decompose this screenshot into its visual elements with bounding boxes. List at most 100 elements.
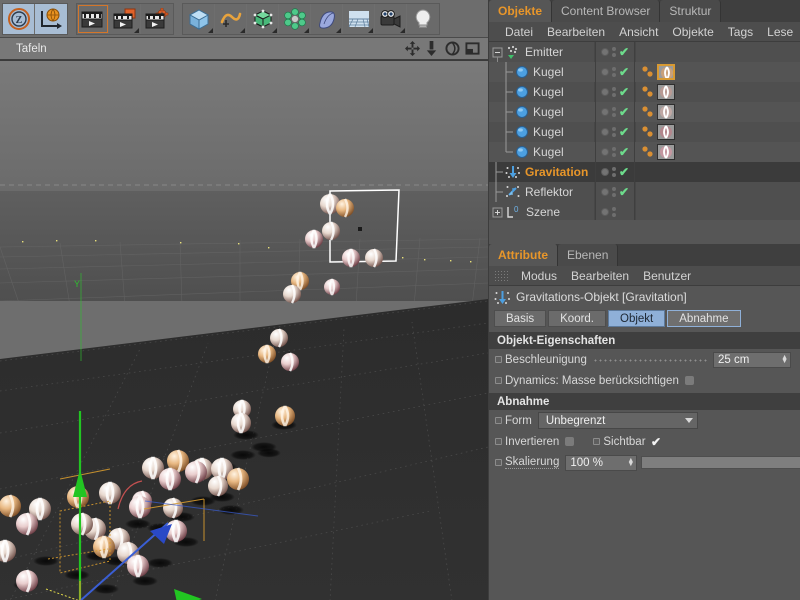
menu-modus[interactable]: Modus	[514, 266, 564, 286]
visibility-dot[interactable]	[601, 148, 609, 156]
dynamics-tag-icon[interactable]	[641, 124, 655, 140]
tab-attribute[interactable]: Attribute	[489, 244, 558, 266]
visibility-toggles-icon[interactable]	[612, 47, 616, 57]
axis-globe-icon[interactable]	[35, 4, 67, 34]
menu-bearbeiten[interactable]: Bearbeiten	[564, 266, 636, 286]
skalierung-input[interactable]: 100 % ▲ ▼	[565, 454, 638, 471]
menu-bearbeiten[interactable]: Bearbeiten	[540, 22, 612, 42]
animate-bullet-icon[interactable]	[495, 356, 502, 363]
texture-tag[interactable]	[657, 124, 675, 140]
render-picture-viewer-icon[interactable]	[109, 3, 141, 34]
spline-icon[interactable]	[215, 3, 247, 34]
object-row-kugel-1[interactable]: Kugel ✔	[489, 62, 800, 82]
menu-ansicht[interactable]: Ansicht	[612, 22, 665, 42]
tab-struktur[interactable]: Struktur	[660, 0, 722, 22]
visibility-toggles-icon[interactable]	[612, 107, 616, 117]
menu-benutzer[interactable]: Benutzer	[636, 266, 698, 286]
enable-check-icon[interactable]: ✔	[619, 126, 629, 138]
animate-bullet-icon[interactable]	[593, 438, 601, 445]
object-row-kugel-3[interactable]: Kugel ✔	[489, 102, 800, 122]
menu-tags[interactable]: Tags	[721, 22, 760, 42]
visibility-toggles-icon[interactable]	[612, 67, 616, 77]
skalierung-value: 100 %	[570, 456, 603, 469]
texture-tag[interactable]	[657, 144, 675, 160]
prop-tab-abnahme[interactable]: Abnahme	[667, 310, 741, 327]
dolly-view-icon[interactable]	[425, 41, 440, 56]
rotate-view-icon[interactable]	[445, 41, 460, 56]
gravity-icon	[505, 166, 520, 178]
visibility-dot[interactable]	[601, 68, 609, 76]
menu-objekte[interactable]: Objekte	[665, 22, 720, 42]
object-row-reflektor[interactable]: Reflektor ✔	[489, 182, 800, 202]
enable-check-icon[interactable]: ✔	[619, 86, 629, 98]
visibility-toggles-icon[interactable]	[612, 167, 616, 177]
generator-icon[interactable]	[247, 3, 279, 34]
dynamics-tag-icon[interactable]	[641, 144, 655, 160]
tab-content-browser[interactable]: Content Browser	[552, 0, 661, 22]
enable-check-icon[interactable]: ✔	[619, 146, 629, 158]
visibility-dot[interactable]	[601, 88, 609, 96]
camera-icon[interactable]	[375, 3, 407, 34]
visibility-toggles-icon[interactable]	[612, 87, 616, 97]
object-row-szene[interactable]: 0 Szene	[489, 202, 800, 220]
visibility-dot[interactable]	[601, 208, 609, 216]
form-select[interactable]: Unbegrenzt	[537, 412, 698, 429]
visibility-toggles-icon[interactable]	[612, 127, 616, 137]
visibility-dot[interactable]	[601, 188, 609, 196]
object-row-kugel-4[interactable]: Kugel ✔	[489, 122, 800, 142]
sichtbar-checkbox[interactable]: ✔	[651, 436, 662, 448]
texture-tag[interactable]	[657, 104, 675, 120]
viewport-3d[interactable]: Y	[0, 60, 488, 600]
mograph-icon[interactable]	[279, 3, 311, 34]
animate-bullet-icon[interactable]	[495, 417, 502, 424]
enable-check-icon[interactable]: ✔	[619, 186, 629, 198]
visibility-toggles-icon[interactable]	[612, 187, 616, 197]
animate-bullet-icon[interactable]	[495, 438, 502, 445]
animate-bullet-icon[interactable]	[495, 377, 502, 384]
spinner-icon[interactable]: ▲ ▼	[781, 354, 788, 365]
pan-view-icon[interactable]	[405, 41, 420, 56]
enable-check-icon[interactable]: ✔	[619, 106, 629, 118]
zbrush-goz-icon[interactable]: Z	[3, 3, 35, 34]
menu-lesezeichen[interactable]: Lese	[760, 22, 800, 42]
enable-check-icon[interactable]: ✔	[619, 166, 629, 178]
dynamics-tag-icon[interactable]	[641, 64, 655, 80]
menu-datei[interactable]: Datei	[498, 22, 540, 42]
beschleunigung-input[interactable]: 25 cm ▲ ▼	[713, 351, 791, 368]
object-row-kugel-5[interactable]: Kugel ✔	[489, 142, 800, 162]
invertieren-checkbox[interactable]	[564, 436, 576, 447]
tab-ebenen[interactable]: Ebenen	[558, 244, 619, 266]
render-settings-icon[interactable]	[141, 4, 173, 34]
panel-grip-icon[interactable]	[494, 269, 510, 282]
prop-tab-basis[interactable]: Basis	[494, 310, 547, 327]
light-icon[interactable]	[407, 4, 439, 34]
dynamics-tag-icon[interactable]	[641, 104, 655, 120]
dynamics-tag-icon[interactable]	[641, 84, 655, 100]
object-row-kugel-2[interactable]: Kugel ✔	[489, 82, 800, 102]
object-manager-tree[interactable]: Emitter ✔ Kugel ✔ Kugel ✔ Kugel ✔ Kugel …	[489, 42, 800, 220]
visibility-dot[interactable]	[601, 48, 609, 56]
skalierung-slider[interactable]	[641, 456, 800, 469]
render-view-icon[interactable]	[77, 3, 109, 34]
visibility-dot[interactable]	[601, 108, 609, 116]
object-row-gravitation[interactable]: Gravitation ✔	[489, 162, 800, 182]
deformer-icon[interactable]	[311, 3, 343, 34]
visibility-toggles-icon[interactable]	[612, 147, 616, 157]
prop-tab-koord[interactable]: Koord.	[548, 310, 607, 327]
floor-scene-icon[interactable]	[343, 3, 375, 34]
cube-primitive-icon[interactable]	[183, 3, 215, 34]
enable-check-icon[interactable]: ✔	[619, 66, 629, 78]
texture-tag[interactable]	[657, 84, 675, 100]
visibility-toggles-icon[interactable]	[612, 207, 616, 217]
texture-tag[interactable]	[657, 64, 675, 80]
animate-bullet-icon[interactable]	[495, 459, 502, 466]
prop-tab-objekt[interactable]: Objekt	[608, 310, 666, 327]
dynamics-masse-checkbox[interactable]	[683, 375, 695, 386]
maximize-view-icon[interactable]	[465, 41, 480, 56]
enable-check-icon[interactable]: ✔	[619, 46, 629, 58]
tab-objekte[interactable]: Objekte	[489, 0, 553, 22]
spinner-icon[interactable]: ▲ ▼	[627, 457, 634, 468]
visibility-dot[interactable]	[601, 168, 609, 176]
visibility-dot[interactable]	[601, 128, 609, 136]
object-row-emitter[interactable]: Emitter ✔	[489, 42, 800, 62]
